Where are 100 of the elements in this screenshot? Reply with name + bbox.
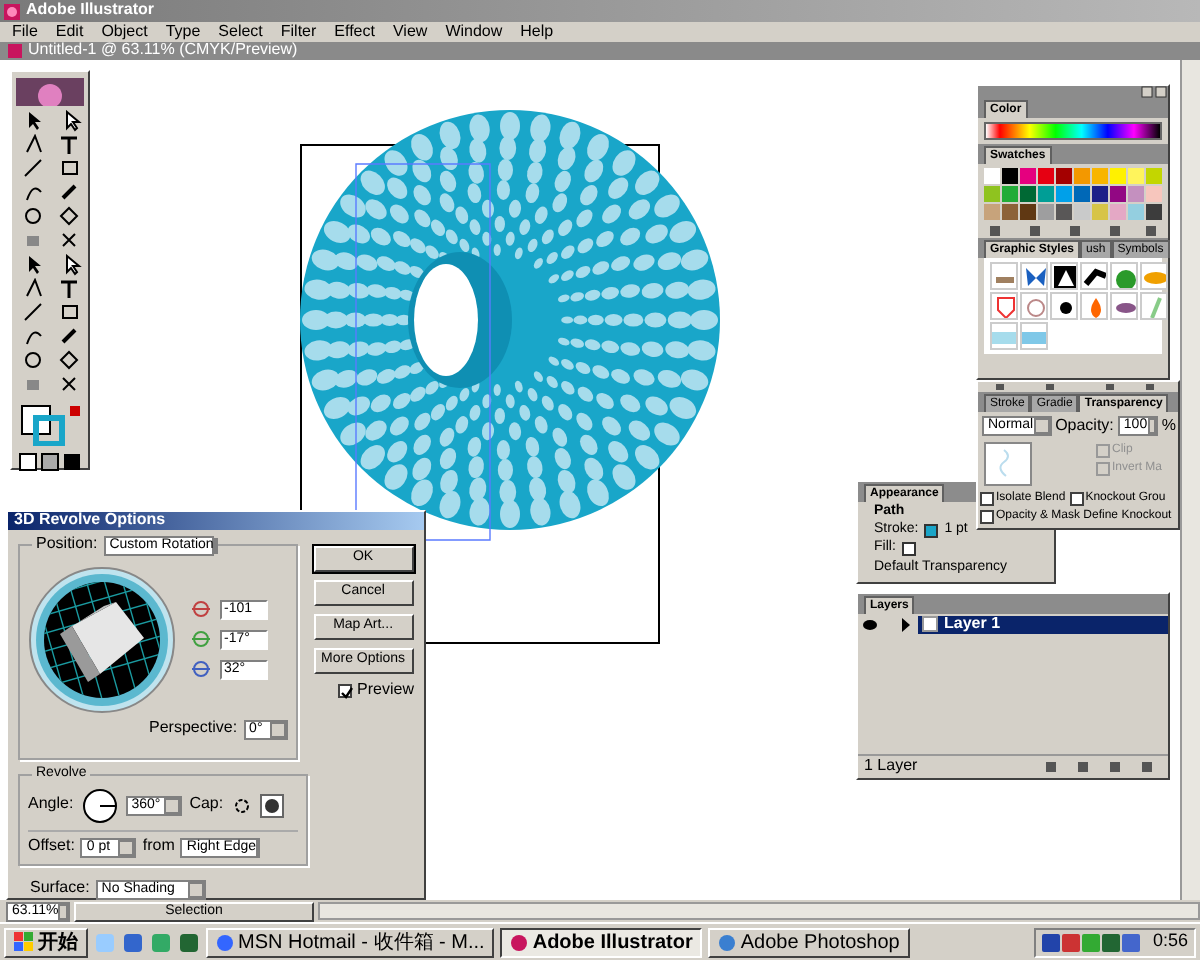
taskbar-button[interactable]: MSN Hotmail - 收件箱 - M... bbox=[206, 927, 495, 957]
color-swatch[interactable] bbox=[1110, 168, 1126, 184]
menu-item[interactable]: File bbox=[12, 23, 38, 41]
graphic-style-thumbnail-icon[interactable] bbox=[1110, 262, 1138, 290]
cap-off-icon[interactable] bbox=[231, 795, 252, 816]
field-label: Cap: bbox=[189, 796, 224, 815]
color-swatch[interactable] bbox=[1038, 204, 1054, 220]
horizontal-scrollbar[interactable] bbox=[318, 902, 1200, 920]
fill-stroke-swatches-icon[interactable] bbox=[16, 402, 84, 446]
menu-item[interactable]: Window bbox=[445, 23, 503, 41]
graphic-style-thumbnail-icon[interactable] bbox=[1020, 322, 1048, 350]
color-swatch[interactable] bbox=[1002, 168, 1018, 184]
menu-item[interactable]: Edit bbox=[55, 23, 84, 41]
start-logo-icon bbox=[14, 932, 34, 952]
app-icon bbox=[718, 933, 737, 951]
visibility-eye-icon[interactable] bbox=[862, 617, 878, 631]
graphic-style-thumbnail-icon[interactable] bbox=[990, 322, 1018, 350]
menu-item[interactable]: View bbox=[392, 23, 428, 41]
color-swatch[interactable] bbox=[1092, 168, 1108, 184]
rotation-axis-icon bbox=[192, 660, 210, 679]
window-controls-icon[interactable] bbox=[1140, 86, 1168, 98]
color-swatch[interactable] bbox=[1002, 204, 1018, 220]
taskbar-button[interactable]: Adobe Illustrator bbox=[500, 927, 703, 957]
graphic-style-thumbnail-icon[interactable] bbox=[1050, 262, 1078, 290]
taskbar-button[interactable]: Adobe Photoshop bbox=[708, 927, 910, 957]
graphic-style-thumbnail-icon[interactable] bbox=[1020, 262, 1048, 290]
graphic-style-thumbnail-icon[interactable] bbox=[990, 262, 1018, 290]
graphic-style-thumbnail-icon[interactable] bbox=[1140, 292, 1168, 320]
menu-item[interactable]: Select bbox=[218, 23, 263, 41]
color-swatch[interactable] bbox=[1020, 204, 1036, 220]
graphic-style-thumbnail-icon[interactable] bbox=[990, 292, 1018, 320]
color-swatch[interactable] bbox=[1074, 168, 1090, 184]
vertical-scrollbar[interactable] bbox=[1180, 60, 1200, 900]
checkbox-label: Preview bbox=[357, 681, 414, 700]
color-swatch[interactable] bbox=[1020, 186, 1036, 202]
color-swatch[interactable] bbox=[984, 168, 1000, 184]
trackball-cube-drawing[interactable] bbox=[28, 565, 176, 714]
layer-row[interactable]: Layer 1 bbox=[918, 615, 1168, 633]
graphic-style-thumbnail-icon[interactable] bbox=[1050, 292, 1078, 320]
layer-count: 1 Layer bbox=[864, 758, 918, 776]
color-swatch[interactable] bbox=[1092, 186, 1108, 202]
graphic-style-thumbnail-icon[interactable] bbox=[1080, 292, 1108, 320]
color-spectrum-bar[interactable] bbox=[984, 122, 1162, 140]
color-swatch[interactable] bbox=[1038, 168, 1054, 184]
cap-on-icon[interactable] bbox=[259, 793, 284, 818]
graphic-style-thumbnail-icon[interactable] bbox=[1140, 262, 1168, 290]
color-swatch[interactable] bbox=[1074, 186, 1090, 202]
menu-item[interactable]: Filter bbox=[280, 23, 317, 41]
app-title: Adobe Illustrator bbox=[26, 2, 155, 20]
clock: 0:56 bbox=[1152, 932, 1188, 952]
rotation-axis-icon bbox=[192, 630, 210, 649]
color-swatch[interactable] bbox=[1146, 168, 1162, 184]
color-swatch[interactable] bbox=[1146, 204, 1162, 220]
graphic-style-thumbnail-icon[interactable] bbox=[1110, 292, 1138, 320]
color-swatch[interactable] bbox=[984, 186, 1000, 202]
field-label: Perspective: bbox=[149, 720, 238, 739]
color-swatch[interactable] bbox=[1110, 204, 1126, 220]
color-swatch[interactable] bbox=[1020, 168, 1036, 184]
color-swatch[interactable] bbox=[1056, 204, 1072, 220]
field-label: Angle: bbox=[28, 796, 74, 815]
menu-item[interactable]: Effect bbox=[334, 23, 375, 41]
color-swatch[interactable] bbox=[1146, 186, 1162, 202]
color-swatch[interactable] bbox=[1110, 186, 1126, 202]
expand-triangle-icon[interactable] bbox=[900, 617, 912, 631]
field-label: from bbox=[142, 838, 175, 857]
color-swatch[interactable] bbox=[1092, 204, 1108, 220]
checkbox[interactable] bbox=[337, 683, 352, 698]
layer-thumbnail-icon bbox=[922, 616, 938, 632]
document-title: Untitled-1 @ 63.11% (CMYK/Preview) bbox=[28, 42, 298, 60]
field-label: Opacity: bbox=[1055, 417, 1114, 435]
menu-item[interactable]: Type bbox=[165, 23, 201, 41]
color-swatch[interactable] bbox=[1056, 168, 1072, 184]
opacity-thumbnail-icon bbox=[984, 442, 1032, 486]
color-swatch[interactable] bbox=[1002, 186, 1018, 202]
dialog-title: 3D Revolve Options bbox=[14, 512, 166, 530]
checkbox[interactable] bbox=[1069, 491, 1084, 505]
field-label: Surface: bbox=[30, 880, 90, 899]
layer-name: Layer 1 bbox=[944, 615, 1001, 633]
color-swatch[interactable] bbox=[1128, 168, 1144, 184]
menu-item[interactable]: Help bbox=[520, 23, 554, 41]
menu-item[interactable]: Object bbox=[101, 23, 148, 41]
angle-dial-icon[interactable] bbox=[81, 787, 118, 824]
checkbox[interactable] bbox=[980, 509, 994, 523]
field-label: Offset: bbox=[28, 838, 75, 857]
graphic-style-thumbnail-icon[interactable] bbox=[1020, 292, 1048, 320]
start-button[interactable]: 开始 bbox=[4, 927, 88, 957]
color-swatch[interactable] bbox=[1038, 186, 1054, 202]
quick-launch-icon[interactable] bbox=[122, 931, 144, 953]
color-swatch[interactable] bbox=[984, 204, 1000, 220]
document-icon bbox=[8, 44, 22, 58]
color-swatch[interactable] bbox=[1128, 204, 1144, 220]
color-swatch[interactable] bbox=[1128, 186, 1144, 202]
graphic-style-thumbnail-icon[interactable] bbox=[1080, 262, 1108, 290]
color-swatch[interactable] bbox=[1074, 204, 1090, 220]
quick-launch-icon[interactable] bbox=[178, 931, 200, 953]
screen-mode-icon[interactable] bbox=[16, 452, 84, 472]
checkbox[interactable] bbox=[980, 491, 994, 505]
unit-label: % bbox=[1161, 417, 1177, 435]
field-label: Position: bbox=[36, 536, 98, 555]
color-swatch[interactable] bbox=[1056, 186, 1072, 202]
